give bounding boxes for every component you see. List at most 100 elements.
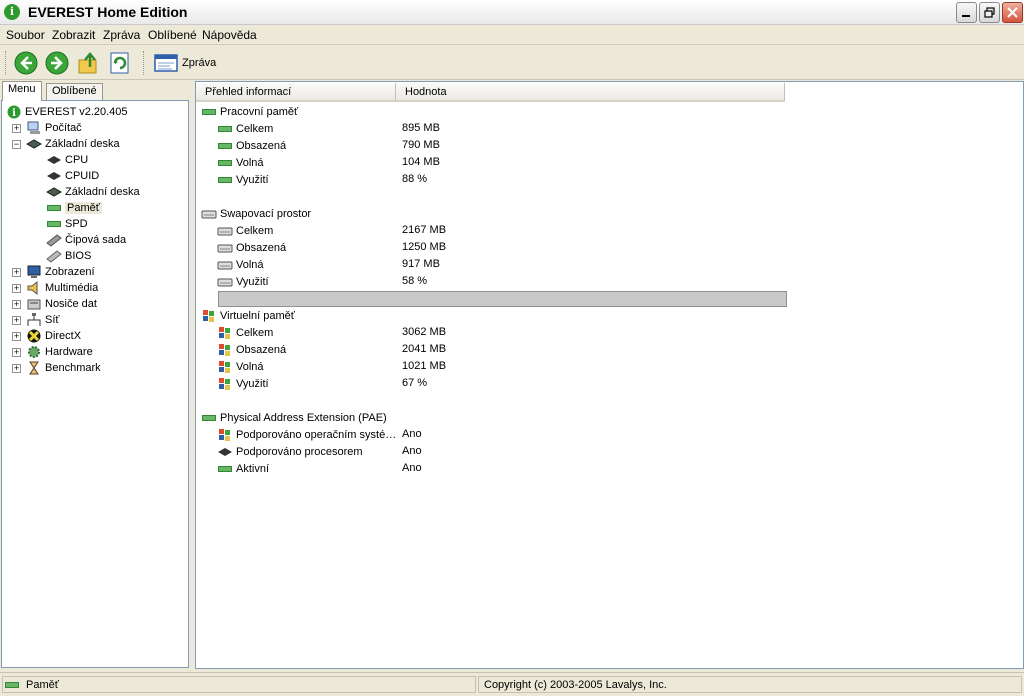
tree-item-nosice-dat[interactable]: Nosiče dat: [26, 296, 97, 312]
monitor-icon: [26, 265, 42, 279]
expand-sit[interactable]: +: [12, 316, 21, 325]
tree-item-zakladni-deska[interactable]: Základní deska: [45, 184, 140, 200]
app-info-icon: i: [4, 4, 20, 20]
row-label: Obsazená: [236, 140, 287, 152]
forward-button[interactable]: [45, 51, 69, 75]
row-value: Ano: [402, 445, 422, 457]
row-label: Volná: [236, 259, 264, 271]
row-value: Ano: [402, 428, 422, 440]
memory-icon: [46, 217, 62, 231]
expand-pocitac[interactable]: +: [12, 124, 21, 133]
row-value: 58 %: [402, 275, 428, 287]
row-value: 1250 MB: [402, 241, 447, 253]
navigation-tree: i EVEREST v2.20.405 + Počítač − Základní…: [1, 100, 189, 668]
column-header-overview[interactable]: Přehled informací: [196, 83, 396, 102]
report-button[interactable]: Zpráva: [154, 52, 216, 74]
menu-zobrazit[interactable]: Zobrazit: [52, 28, 95, 42]
expand-hardware[interactable]: +: [12, 348, 21, 357]
table-row[interactable]: Aktivní: [217, 461, 269, 477]
expand-directx[interactable]: +: [12, 332, 21, 341]
tree-item-spd[interactable]: SPD: [46, 216, 88, 232]
column-header-value[interactable]: Hodnota: [396, 83, 785, 102]
tree-item-bios[interactable]: BIOS: [46, 248, 91, 264]
tab-menu[interactable]: Menu: [2, 81, 42, 101]
tree-item-pamet[interactable]: Paměť: [46, 200, 102, 216]
menu-napoveda[interactable]: Nápověda: [202, 28, 257, 42]
section-title: Pracovní paměť: [220, 106, 299, 118]
row-value: 895 MB: [402, 122, 440, 134]
refresh-button[interactable]: [108, 51, 132, 75]
table-row[interactable]: Celkem: [217, 223, 273, 239]
tree-item-benchmark[interactable]: Benchmark: [26, 360, 101, 376]
restore-button[interactable]: [979, 2, 1000, 23]
table-row[interactable]: Volná: [217, 155, 264, 171]
refresh-icon: [110, 52, 129, 74]
tree-item-pocitac[interactable]: Počítač: [26, 120, 82, 136]
memory-icon: [217, 156, 233, 170]
folder-up-icon: [78, 52, 97, 74]
expand-benchmark[interactable]: +: [12, 364, 21, 373]
table-row[interactable]: Obsazená: [217, 240, 286, 256]
table-row[interactable]: Obsazená: [217, 342, 286, 358]
row-value: 1021 MB: [402, 360, 447, 372]
minimize-button[interactable]: [956, 2, 977, 23]
menu-oblibene[interactable]: Oblíbené: [148, 28, 197, 42]
table-row[interactable]: Celkem: [217, 325, 273, 341]
tree-item-cipova-sada[interactable]: Čipová sada: [46, 232, 126, 248]
table-row[interactable]: Obsazená: [217, 138, 286, 154]
tree-item-sit[interactable]: Síť: [26, 312, 60, 328]
tree-item-hardware[interactable]: Hardware: [26, 344, 93, 360]
expand-nosice-dat[interactable]: +: [12, 300, 21, 309]
tree-label: Benchmark: [45, 362, 101, 374]
motherboard-icon: [45, 185, 63, 199]
row-value: 88 %: [402, 173, 428, 185]
tree-label: CPU: [65, 154, 89, 166]
section-header[interactable]: Physical Address Extension (PAE): [201, 410, 387, 426]
memory-icon: [201, 411, 217, 425]
row-label: Aktivní: [236, 463, 270, 475]
bios-icon: [46, 249, 62, 263]
row-label: Obsazená: [236, 242, 287, 254]
tab-oblibene[interactable]: Oblíbené: [46, 83, 103, 100]
section-title: Virtuelní paměť: [220, 310, 295, 322]
back-button[interactable]: [14, 51, 38, 75]
table-row[interactable]: Volná: [217, 359, 264, 375]
table-row[interactable]: Využití: [217, 376, 269, 392]
tree-item-cpu[interactable]: CPU: [46, 152, 88, 168]
table-row[interactable]: Volná: [217, 257, 264, 273]
tree-item-zobrazeni[interactable]: Zobrazení: [26, 264, 95, 280]
expand-multimedia[interactable]: +: [12, 284, 21, 293]
status-current-page: Paměť: [2, 676, 476, 693]
status-bar: Paměť Copyright (c) 2003-2005 Lavalys, I…: [0, 672, 1024, 696]
tree-label: Čipová sada: [65, 234, 127, 246]
collapse-zakladni-deska[interactable]: −: [12, 140, 21, 149]
row-label: Celkem: [236, 225, 274, 237]
toolbar-grip[interactable]: [5, 51, 8, 75]
table-row[interactable]: Celkem: [217, 121, 273, 137]
table-row[interactable]: Podporováno procesorem: [217, 444, 363, 460]
left-panel: Menu Oblíbené i EVEREST v2.20.405 + Počí…: [0, 81, 190, 669]
tree-item-directx[interactable]: DirectX: [26, 328, 81, 344]
up-button[interactable]: [77, 51, 101, 75]
tree-item-multimedia[interactable]: Multimédia: [26, 280, 98, 296]
section-header[interactable]: Swapovací prostor: [201, 206, 311, 222]
tree-item-zakladni-deska-group[interactable]: Základní deska: [25, 136, 120, 152]
tree-label: Počítač: [45, 122, 82, 134]
tree-item-cpuid[interactable]: CPUID: [46, 168, 99, 184]
tree-label: EVEREST v2.20.405: [25, 106, 128, 118]
drive-icon: [217, 258, 233, 272]
table-row[interactable]: Využití: [217, 274, 269, 290]
report-label: Zpráva: [182, 57, 217, 69]
row-label: Celkem: [236, 123, 274, 135]
menu-soubor[interactable]: Soubor: [6, 28, 45, 42]
table-row[interactable]: Využití: [217, 172, 269, 188]
tree-item-everest[interactable]: i EVEREST v2.20.405: [6, 104, 128, 120]
details-panel: Přehled informací Hodnota Pracovní paměť…: [195, 81, 1024, 669]
expand-zobrazeni[interactable]: +: [12, 268, 21, 277]
directx-icon: [26, 329, 42, 343]
close-button[interactable]: [1002, 2, 1023, 23]
menu-zprava[interactable]: Zpráva: [103, 28, 140, 42]
table-row[interactable]: Podporováno operačním systé…: [217, 427, 396, 443]
section-header[interactable]: Virtuelní paměť: [201, 308, 295, 324]
section-header[interactable]: Pracovní paměť: [201, 104, 298, 120]
